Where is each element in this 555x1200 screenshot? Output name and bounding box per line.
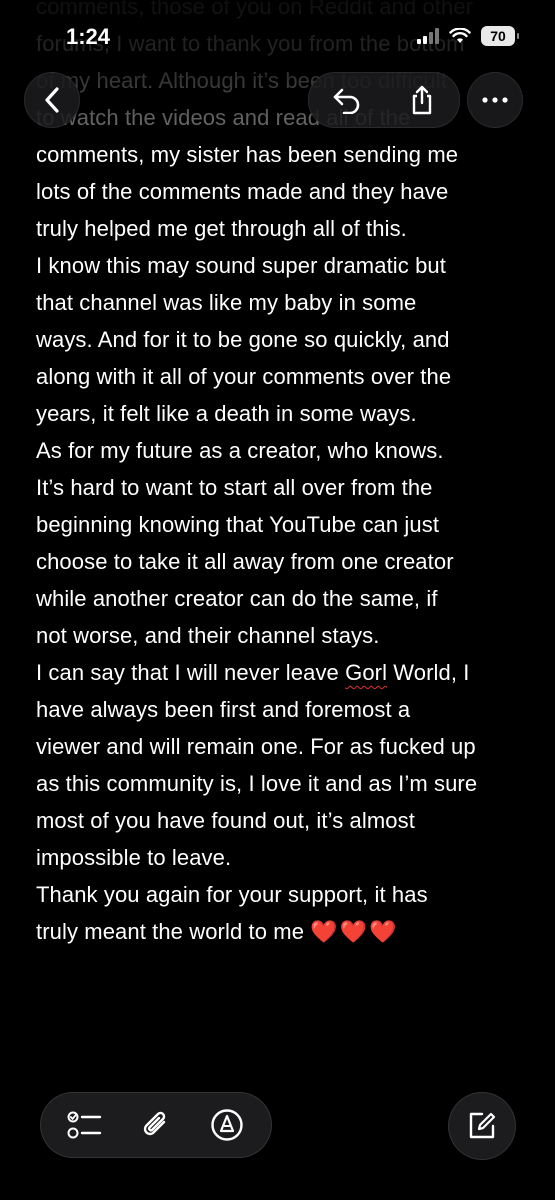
note-line: beginning knowing that YouTube can just: [36, 512, 440, 537]
note-line: I know this may sound super dramatic but: [36, 253, 446, 278]
battery-indicator: 70: [481, 26, 519, 46]
checklist-button[interactable]: [55, 1095, 115, 1155]
back-button[interactable]: [24, 72, 80, 128]
compose-button[interactable]: [448, 1092, 516, 1160]
share-button[interactable]: [395, 73, 449, 127]
note-body[interactable]: comments, those of you on Reddit and oth…: [36, 0, 536, 950]
share-icon: [395, 73, 449, 127]
undo-icon: [320, 73, 374, 127]
note-line: choose to take it all away from one crea…: [36, 549, 454, 574]
wifi-icon: [449, 28, 471, 44]
note-text: truly meant the world to me: [36, 919, 311, 944]
hearts-emoji: ❤️❤️❤️: [310, 919, 399, 944]
note-line: that channel was like my baby in some: [36, 290, 417, 315]
note-line: not worse, and their channel stays.: [36, 623, 380, 648]
bottom-toolbar: [40, 1092, 272, 1158]
note-line: I can say that I will never leave Gorl W…: [36, 654, 536, 691]
note-line: As for my future as a creator, who knows…: [36, 438, 444, 463]
note-line: have always been first and foremost a: [36, 697, 411, 722]
cellular-signal-icon: [417, 28, 439, 44]
undo-button[interactable]: [320, 73, 374, 127]
note-line: truly helped me get through all of this.: [36, 216, 407, 241]
note-line: impossible to leave.: [36, 845, 232, 870]
note-line: comments, my sister has been sending me: [36, 142, 459, 167]
status-indicators: 70: [417, 26, 519, 46]
markup-button[interactable]: [197, 1095, 257, 1155]
note-line: while another creator can do the same, i…: [36, 586, 438, 611]
note-line: viewer and will remain one. For as fucke…: [36, 734, 476, 759]
note-text: World, I: [387, 660, 470, 685]
checklist-icon: [55, 1095, 115, 1155]
ellipsis-icon: [482, 97, 508, 103]
note-line: along with it all of your comments over …: [36, 364, 452, 389]
note-line: truly meant the world to me ❤️❤️❤️: [36, 913, 536, 950]
note-line: as this community is, I love it and as I…: [36, 771, 478, 796]
note-line: years, it felt like a death in some ways…: [36, 401, 417, 426]
note-line: It’s hard to want to start all over from…: [36, 475, 433, 500]
note-line: to watch the videos and read all of the: [36, 105, 411, 130]
attach-button[interactable]: [126, 1095, 186, 1155]
note-text: I can say that I will never leave: [36, 660, 346, 685]
note-line: lots of the comments made and they have: [36, 179, 449, 204]
more-options-button[interactable]: [467, 72, 523, 128]
note-line: of my heart. Although it’s been too diff…: [36, 68, 447, 93]
chevron-left-icon: [42, 86, 62, 114]
compose-icon: [466, 1110, 498, 1142]
misspelled-word[interactable]: Gorl: [345, 660, 387, 685]
note-line: ways. And for it to be gone so quickly, …: [36, 327, 450, 352]
note-line: Thank you again for your support, it has: [36, 882, 428, 907]
pen-circle-icon: [197, 1095, 257, 1155]
paperclip-icon: [126, 1095, 186, 1155]
status-time: 1:24: [66, 24, 111, 49]
note-line: most of you have found out, it’s almost: [36, 808, 415, 833]
note-actions-group: [308, 72, 460, 128]
note-line: comments, those of you on Reddit and oth…: [36, 0, 474, 19]
